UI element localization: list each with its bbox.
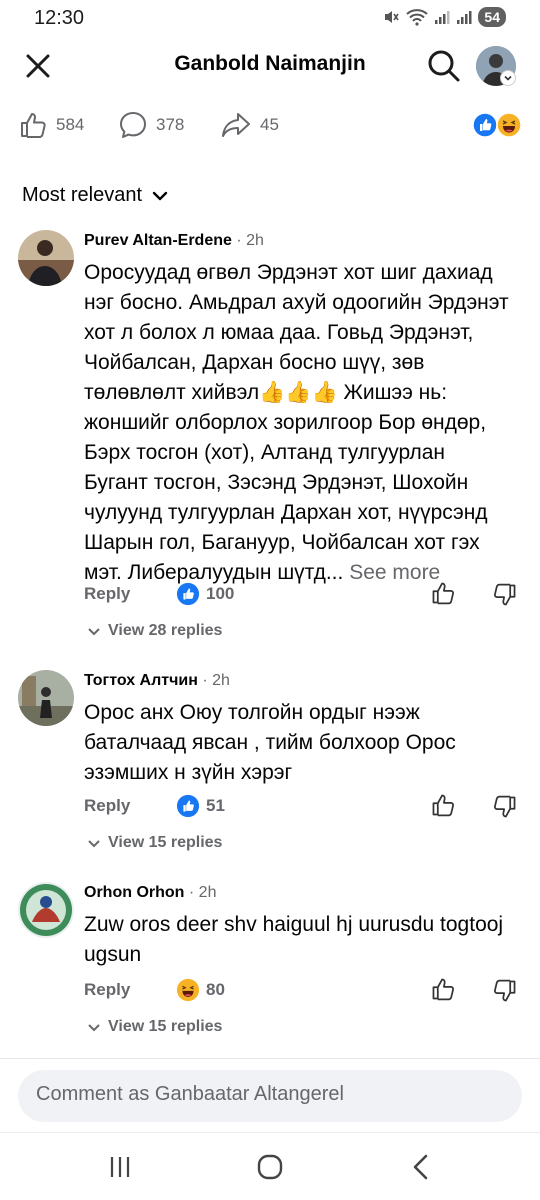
comment-composer[interactable] [18,1070,522,1122]
profile-menu-toggle[interactable] [500,70,516,86]
comment-author[interactable]: Purev Altan-Erdene · 2h [84,232,264,250]
comment-actions: Reply 51 [84,792,524,822]
comment-author-name: Purev Altan-Erdene [84,232,232,249]
comment-text: Zuw oros deer shv haiguul hj uurusdu tog… [84,910,514,970]
comment-body: Zuw oros deer shv haiguul hj uurusdu tog… [84,913,504,966]
view-replies-button[interactable]: View 15 replies [86,1018,222,1036]
chevron-down-icon [88,1024,100,1032]
downvote-button[interactable] [492,582,520,610]
upvote-button[interactable] [430,580,458,608]
comment-count: 378 [156,115,185,134]
system-nav-bar [0,1132,540,1200]
home-button[interactable] [254,1151,286,1183]
signal-icon [457,11,472,24]
comment-text: Орос анх Оюу толгойн ордыг нээж баталчаа… [84,698,514,788]
comment-author[interactable]: Orhon Orhon · 2h [84,884,216,902]
chevron-down-icon [152,191,168,200]
comment-actions: Reply 80 [84,976,524,1006]
battery-badge: 54 [478,7,506,27]
view-replies-button[interactable]: View 28 replies [86,622,222,640]
avatar-image [18,230,74,286]
recents-icon [110,1157,130,1177]
home-icon [257,1154,283,1180]
avatar[interactable] [18,882,74,938]
comment-time: · 2h [188,884,217,901]
like-reaction-icon [176,582,200,606]
comment-time: · 2h [236,232,264,249]
haha-reaction-icon [176,978,200,1002]
status-bar: 12:30 54 [0,0,540,36]
reply-button[interactable]: Reply [84,796,130,816]
thumbs-up-icon [21,113,46,138]
comment-author[interactable]: Тогтох Алтчин · 2h [84,672,230,690]
wifi-icon [406,9,429,26]
downvote-button[interactable] [492,978,520,1006]
comment-icon [120,112,146,138]
like-stat-button[interactable]: 584 [18,110,84,140]
comment-body: Орос анх Оюу толгойн ордыг нээж баталчаа… [84,701,456,784]
search-icon [428,50,460,82]
thumbs-down-icon [494,795,516,818]
back-button[interactable] [406,1151,438,1183]
reply-button[interactable]: Reply [84,584,130,604]
chevron-down-icon [504,75,512,81]
reply-button[interactable]: Reply [84,980,130,1000]
comment-body: Оросуудад өгвөл Эрдэнэт хот шиг дахиад н… [84,261,509,584]
sort-label: Most relevant [22,184,143,206]
avatar-image [18,670,74,726]
haha-reaction-icon [496,112,522,138]
divider [0,1058,540,1059]
upvote-button[interactable] [430,792,458,820]
share-stat-button[interactable]: 45 [220,110,279,140]
avatar[interactable] [18,670,74,726]
mute-icon [385,11,400,23]
view-replies-label: View 28 replies [108,622,223,639]
post-header: Ganbold Naimanjin [0,36,540,92]
status-time: 12:30 [34,7,85,29]
like-reaction-icon [176,794,200,818]
thumbs-down-icon [494,583,516,606]
upvote-button[interactable] [430,976,458,1004]
view-replies-label: View 15 replies [108,1018,223,1035]
sort-dropdown[interactable]: Most relevant [22,184,170,207]
view-replies-label: View 15 replies [108,834,223,851]
comment-actions: Reply 100 [84,580,524,610]
chevron-down-icon [88,840,100,848]
back-icon [413,1154,428,1180]
search-button[interactable] [424,46,464,86]
recents-button[interactable] [104,1151,136,1183]
chevron-down-icon [88,628,100,636]
reaction-count[interactable]: 100 [176,582,234,606]
reaction-count[interactable]: 80 [176,978,225,1002]
status-icons: 54 [382,7,506,27]
comment-input[interactable] [36,1083,506,1106]
comment-text: Оросуудад өгвөл Эрдэнэт хот шиг дахиад н… [84,258,514,588]
comment-time: · 2h [202,672,230,689]
thumbs-down-icon [494,979,516,1002]
signal-icon [435,11,450,24]
like-reaction-icon [472,112,498,138]
avatar-image [18,882,74,938]
share-count: 45 [260,115,279,134]
comment-author-name: Orhon Orhon [84,884,185,901]
reaction-count-value: 100 [206,584,235,603]
like-count: 584 [56,115,85,134]
view-replies-button[interactable]: View 15 replies [86,834,222,852]
reaction-count-value: 51 [206,796,225,815]
comment-author-name: Тогтох Алтчин [84,672,198,689]
post-stats: 584 378 45 [0,100,540,150]
reaction-count[interactable]: 51 [176,794,225,818]
downvote-button[interactable] [492,794,520,822]
share-icon [222,113,250,137]
thumbs-up-icon [432,794,454,817]
thumbs-up-icon [432,582,454,605]
thumbs-up-icon [432,978,454,1001]
comment-stat-button[interactable]: 378 [118,110,184,140]
reaction-summary[interactable] [472,112,524,138]
avatar[interactable] [18,230,74,286]
reaction-count-value: 80 [206,980,225,999]
